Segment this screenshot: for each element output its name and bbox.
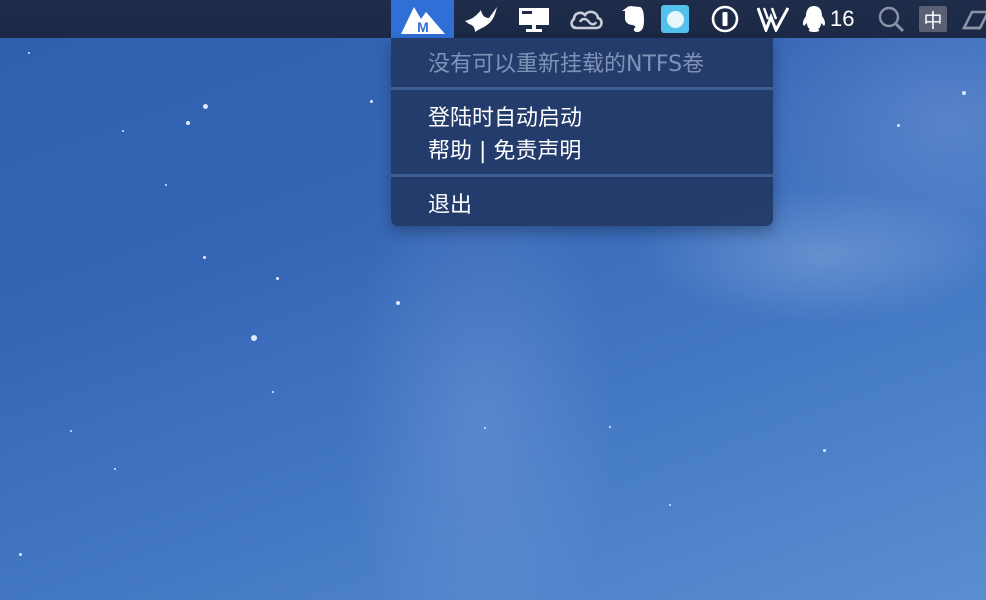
- input-method-icon[interactable]: 中: [916, 0, 950, 38]
- qq-icon[interactable]: 16: [800, 0, 862, 38]
- wallpaper-star: [19, 553, 22, 556]
- onepassword-icon[interactable]: [708, 0, 742, 38]
- menu-item-launch-at-login[interactable]: 登陆时自动启动: [428, 100, 582, 132]
- bird-icon[interactable]: [461, 0, 501, 38]
- svg-text:M: M: [417, 19, 429, 35]
- creative-cloud-icon[interactable]: [566, 0, 606, 38]
- menu-item-quit[interactable]: 退出: [428, 187, 472, 219]
- wallpaper-star: [272, 391, 274, 393]
- wallpaper-star: [114, 468, 116, 470]
- wallpaper-star: [203, 104, 208, 109]
- wallpaper-star: [962, 91, 966, 95]
- wallpaper-star: [823, 449, 826, 452]
- spotlight-icon[interactable]: [874, 0, 908, 38]
- wallpaper-star: [70, 430, 72, 432]
- wallpaper-star: [276, 277, 279, 280]
- wallpaper-star: [897, 124, 900, 127]
- ball-icon[interactable]: [658, 0, 692, 38]
- input-method-label: 中: [919, 6, 947, 32]
- menu-item-help-disclaimer[interactable]: 帮助 | 免责声明: [428, 133, 581, 165]
- wallpaper-star: [396, 301, 400, 305]
- evernote-icon[interactable]: [616, 0, 650, 38]
- wallpaper-star: [251, 335, 257, 341]
- menu-status-no-volumes: 没有可以重新挂载的NTFS卷: [428, 52, 705, 77]
- menu-separator: [391, 174, 773, 177]
- wallpaper-star: [203, 256, 206, 259]
- monitor-icon[interactable]: [514, 0, 554, 38]
- wallpaper-star: [484, 427, 486, 429]
- wallpaper-star: [28, 52, 30, 54]
- wallpaper-star: [165, 184, 167, 186]
- menu-separator: [391, 87, 773, 90]
- wallpaper-star: [370, 100, 373, 103]
- menu-bar: M 16 中: [0, 0, 986, 38]
- ntfs-mounter-icon[interactable]: M: [391, 0, 454, 38]
- wallpaper-star: [669, 504, 671, 506]
- ntfs-dropdown-menu: 没有可以重新挂载的NTFS卷 登陆时自动启动 帮助 | 免责声明 退出: [391, 38, 773, 226]
- qq-unread-count: 16: [830, 6, 855, 31]
- wallpaper-star: [122, 130, 124, 132]
- wallpaper-star: [609, 426, 611, 428]
- double-v-icon[interactable]: [756, 0, 790, 38]
- eraser-icon[interactable]: [958, 0, 986, 38]
- wallpaper-star: [186, 121, 190, 125]
